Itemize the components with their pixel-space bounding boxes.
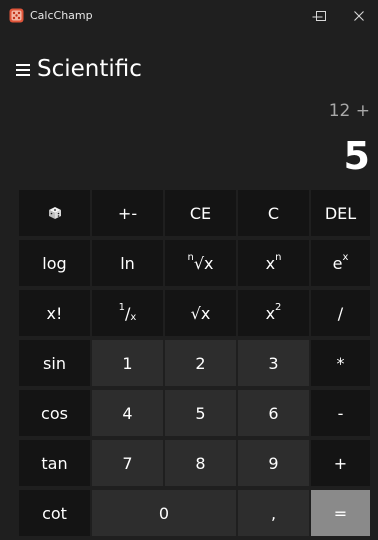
digit-1-button[interactable]: 1 (92, 340, 163, 386)
reciprocal-numerator: 1 (118, 301, 126, 313)
exp-exponent: x (342, 251, 349, 263)
expression-display: 12 + (328, 101, 370, 121)
maximize-icon (316, 11, 326, 21)
divide-button[interactable]: / (311, 290, 370, 336)
decimal-button[interactable]: , (238, 490, 309, 536)
square-root-button[interactable]: √x (165, 290, 236, 336)
dice-icon (48, 207, 61, 219)
reciprocal-denominator: x (130, 311, 137, 323)
multiply-button[interactable]: * (311, 340, 370, 386)
reciprocal-button[interactable]: 1/x (92, 290, 163, 336)
minus-button[interactable]: - (311, 390, 370, 436)
equals-button[interactable]: = (311, 490, 370, 536)
digit-6-button[interactable]: 6 (238, 390, 309, 436)
square-exponent: 2 (275, 301, 282, 313)
ln-button[interactable]: ln (92, 240, 163, 286)
sin-button[interactable]: sin (19, 340, 90, 386)
tan-button[interactable]: tan (19, 440, 90, 486)
power-base: x (265, 253, 276, 273)
power-exponent: n (275, 251, 282, 263)
title-bar[interactable]: CalcChamp (0, 0, 378, 32)
square-base: x (265, 303, 276, 323)
result-display: 5 (343, 134, 370, 178)
close-icon (354, 11, 364, 21)
digit-4-button[interactable]: 4 (92, 390, 163, 436)
power-button[interactable]: xn (238, 240, 309, 286)
clear-entry-button[interactable]: CE (165, 190, 236, 236)
digit-0-button[interactable]: 0 (92, 490, 236, 536)
digit-5-button[interactable]: 5 (165, 390, 236, 436)
exp-base: e (332, 253, 343, 273)
app-icon (9, 8, 24, 23)
random-button[interactable] (19, 190, 90, 236)
nth-root-button[interactable]: n √x (165, 240, 236, 286)
digit-8-button[interactable]: 8 (165, 440, 236, 486)
close-button[interactable] (340, 0, 378, 32)
clear-button[interactable]: C (238, 190, 309, 236)
cot-button[interactable]: cot (19, 490, 90, 536)
maximize-button[interactable] (300, 0, 342, 32)
window-title: CalcChamp (30, 9, 93, 22)
cos-button[interactable]: cos (19, 390, 90, 436)
digit-2-button[interactable]: 2 (165, 340, 236, 386)
hamburger-menu-icon[interactable] (16, 64, 30, 77)
factorial-button[interactable]: x! (19, 290, 90, 336)
mode-title: Scientific (37, 56, 142, 82)
digit-3-button[interactable]: 3 (238, 340, 309, 386)
square-button[interactable]: x2 (238, 290, 309, 336)
calculator-window: CalcChamp Scientific 12 + 5 +- CE C DEL … (0, 0, 378, 540)
digit-7-button[interactable]: 7 (92, 440, 163, 486)
nth-root-index: n (187, 251, 194, 263)
log-button[interactable]: log (19, 240, 90, 286)
digit-9-button[interactable]: 9 (238, 440, 309, 486)
plus-minus-button[interactable]: +- (92, 190, 163, 236)
plus-button[interactable]: + (311, 440, 370, 486)
exp-button[interactable]: ex (311, 240, 370, 286)
delete-button[interactable]: DEL (311, 190, 370, 236)
nth-root-body: √x (193, 253, 214, 273)
